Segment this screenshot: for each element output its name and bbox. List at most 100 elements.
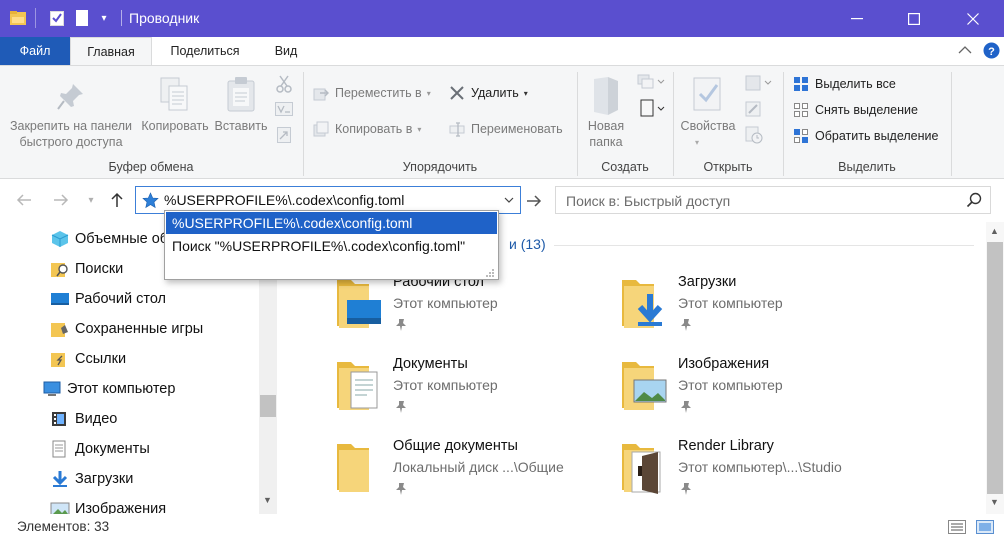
new-folder-button[interactable]: Новая папка bbox=[582, 118, 630, 150]
close-button[interactable] bbox=[950, 0, 996, 37]
edit-icon[interactable] bbox=[745, 101, 761, 120]
paste-button[interactable]: Вставить bbox=[212, 118, 270, 134]
forward-arrow-icon[interactable] bbox=[51, 189, 71, 211]
nav-item-desktop[interactable]: Рабочий стол bbox=[50, 284, 166, 314]
tile-pictures[interactable]: Изображения Этот компьютер bbox=[620, 356, 900, 428]
invert-selection-button[interactable]: Обратить выделение bbox=[793, 128, 938, 144]
go-arrow-icon[interactable] bbox=[524, 191, 544, 211]
pin-icon bbox=[680, 318, 692, 332]
dropdown-arrow-icon: ▾ bbox=[523, 88, 528, 98]
collapse-ribbon-icon[interactable] bbox=[958, 43, 972, 58]
large-icons-view-icon[interactable] bbox=[976, 520, 994, 534]
easy-access-icon[interactable] bbox=[640, 99, 666, 120]
search-placeholder: Поиск в: Быстрый доступ bbox=[566, 193, 731, 209]
tile-name: Документы bbox=[393, 356, 468, 372]
pin-icon bbox=[395, 400, 407, 414]
recent-locations-icon[interactable]: ▾ bbox=[84, 189, 98, 211]
nav-item-videos[interactable]: Видео bbox=[50, 404, 117, 434]
nav-item-documents[interactable]: Документы bbox=[50, 434, 150, 464]
dropdown-arrow-icon: ▾ bbox=[417, 124, 422, 134]
rename-icon bbox=[449, 121, 465, 137]
nav-item-this-pc[interactable]: Этот компьютер bbox=[42, 374, 175, 404]
copy-to-button[interactable]: Копировать в ▾ bbox=[313, 121, 421, 137]
section-header[interactable]: и (13) bbox=[509, 236, 546, 252]
saved-games-icon bbox=[50, 320, 70, 338]
address-text[interactable]: %USERPROFILE%\.codex\config.toml bbox=[164, 192, 404, 208]
tile-desktop[interactable]: Рабочий стол Этот компьютер bbox=[335, 274, 615, 346]
new-folder-qat-icon[interactable] bbox=[74, 9, 90, 27]
tile-location: Этот компьютер bbox=[678, 377, 783, 393]
scroll-down-arrow-icon[interactable]: ▼ bbox=[986, 497, 1003, 507]
resize-grip-icon[interactable] bbox=[485, 266, 495, 277]
new-folder-line2: папка bbox=[589, 135, 623, 149]
rename-button[interactable]: Переименовать bbox=[449, 121, 563, 137]
tab-file[interactable]: Файл bbox=[0, 37, 70, 65]
history-icon[interactable] bbox=[745, 126, 763, 147]
properties-dropdown-icon[interactable]: ▾ bbox=[695, 138, 699, 147]
tile-public-documents[interactable]: Общие документы Локальный диск ...\Общие bbox=[335, 438, 615, 510]
maximize-button[interactable] bbox=[891, 0, 937, 37]
copy-path-icon[interactable] bbox=[275, 102, 293, 119]
open-group-label: Открыть bbox=[703, 160, 753, 174]
up-arrow-icon[interactable] bbox=[107, 189, 127, 211]
autocomplete-item-search[interactable]: Поиск "%USERPROFILE%\.codex\config.toml" bbox=[166, 235, 497, 257]
pin-quick-access-button[interactable]: Закрепить на панели быстрого доступа bbox=[4, 118, 138, 150]
documents-icon bbox=[50, 440, 70, 458]
documents-folder-icon bbox=[335, 356, 383, 412]
search-icon[interactable] bbox=[966, 192, 982, 208]
tab-view[interactable]: Вид bbox=[262, 37, 310, 65]
customize-qat-icon[interactable]: ▾ bbox=[97, 9, 111, 27]
scroll-down-arrow-icon[interactable]: ▼ bbox=[259, 495, 276, 505]
tile-name: Общие документы bbox=[393, 438, 518, 454]
select-all-button[interactable]: Выделить все bbox=[793, 76, 896, 92]
tile-render-library[interactable]: Render Library Этот компьютер\...\Studio bbox=[620, 438, 900, 510]
pin-label-line1: Закрепить на панели bbox=[9, 119, 133, 133]
tile-location: Этот компьютер bbox=[678, 295, 783, 311]
pin-icon bbox=[680, 482, 692, 496]
nav-item-downloads[interactable]: Загрузки bbox=[50, 464, 133, 494]
tab-share[interactable]: Поделиться bbox=[160, 37, 250, 65]
new-group-label: Создать bbox=[601, 160, 649, 174]
minimize-button[interactable] bbox=[834, 0, 880, 37]
nav-label: Ссылки bbox=[75, 351, 127, 367]
tile-documents[interactable]: Документы Этот компьютер bbox=[335, 356, 615, 428]
content-scrollbar[interactable]: ▲ ▼ bbox=[986, 222, 1004, 514]
nav-scroll-thumb[interactable] bbox=[260, 395, 276, 417]
help-icon[interactable]: ? bbox=[983, 42, 1000, 62]
paste-shortcut-icon[interactable] bbox=[277, 127, 291, 146]
pin-icon bbox=[395, 482, 407, 496]
delete-x-icon bbox=[449, 85, 465, 101]
select-all-label: Выделить все bbox=[815, 77, 896, 91]
new-folder-line1: Новая bbox=[587, 119, 625, 133]
search-input[interactable]: Поиск в: Быстрый доступ bbox=[555, 186, 991, 214]
tile-downloads[interactable]: Загрузки Этот компьютер bbox=[620, 274, 900, 346]
nav-item-saved-games[interactable]: Сохраненные игры bbox=[50, 314, 203, 344]
content-scroll-thumb[interactable] bbox=[987, 242, 1003, 494]
nav-item-searches[interactable]: Поиски bbox=[50, 254, 123, 284]
new-item-icon[interactable] bbox=[637, 74, 665, 93]
select-none-button[interactable]: Снять выделение bbox=[793, 102, 918, 118]
details-view-icon[interactable] bbox=[948, 520, 966, 534]
cut-icon[interactable] bbox=[276, 75, 292, 96]
delete-button[interactable]: Удалить ▾ bbox=[449, 85, 528, 101]
autocomplete-item-path[interactable]: %USERPROFILE%\.codex\config.toml bbox=[166, 212, 497, 234]
tile-location: Локальный диск ...\Общие bbox=[393, 459, 564, 475]
properties-button[interactable]: Свойства bbox=[676, 118, 740, 134]
address-dropdown-icon[interactable] bbox=[498, 187, 520, 213]
tab-home[interactable]: Главная bbox=[70, 37, 152, 66]
copy-to-icon bbox=[313, 121, 329, 137]
invert-selection-icon bbox=[793, 128, 809, 144]
properties-qat-icon[interactable] bbox=[48, 9, 66, 27]
organize-group-label: Упорядочить bbox=[402, 160, 478, 174]
copy-button[interactable]: Копировать bbox=[138, 118, 212, 134]
move-to-button[interactable]: Переместить в ▾ bbox=[313, 85, 431, 101]
address-row: ▾ %USERPROFILE%\.codex\config.toml Поиск… bbox=[0, 180, 1004, 222]
back-arrow-icon[interactable] bbox=[14, 189, 34, 211]
3d-objects-icon bbox=[50, 230, 70, 248]
public-documents-folder-icon bbox=[335, 438, 383, 494]
scroll-up-arrow-icon[interactable]: ▲ bbox=[986, 226, 1003, 236]
nav-item-pictures[interactable]: Изображения bbox=[50, 494, 166, 514]
group-divider bbox=[951, 72, 952, 176]
open-icon[interactable] bbox=[745, 75, 775, 94]
nav-item-links[interactable]: Ссылки bbox=[50, 344, 126, 374]
